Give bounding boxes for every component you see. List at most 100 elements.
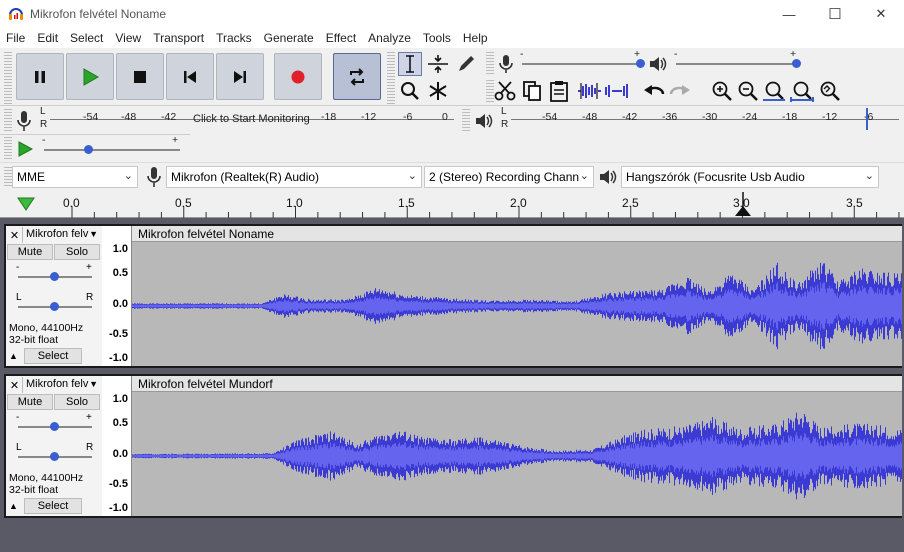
trim-audio-button[interactable]	[576, 79, 602, 103]
clip-title[interactable]: Mikrofon felvétel Noname	[132, 226, 902, 242]
multi-tool-button[interactable]	[426, 79, 450, 103]
skip-to-end-button[interactable]	[216, 53, 264, 100]
playback-meter-grip[interactable]	[462, 109, 470, 133]
undo-button[interactable]	[642, 79, 666, 103]
menu-tracks[interactable]: Tracks	[210, 28, 258, 48]
envelope-tool-button[interactable]	[426, 52, 450, 76]
waveform-area[interactable]: Mikrofon felvétel Noname	[132, 226, 902, 366]
play-at-speed-button[interactable]	[13, 137, 37, 161]
selection-tool-button[interactable]	[398, 52, 422, 76]
collapse-track-icon[interactable]: ▲	[9, 351, 18, 361]
copy-button[interactable]	[520, 79, 544, 103]
fit-project-button[interactable]	[790, 79, 814, 103]
playback-device-select[interactable]: Hangszórók (Focusrite Usb Audio ⌄	[621, 166, 879, 188]
stop-icon	[134, 70, 146, 83]
playhead-marker-icon[interactable]	[733, 192, 753, 218]
title-bar: Mikrofon felvétel Noname — ☐ ✕	[0, 0, 904, 28]
recording-meter-grip[interactable]	[4, 109, 12, 133]
device-toolbar-grip[interactable]	[4, 167, 12, 187]
gain-slider-thumb[interactable]	[50, 272, 59, 281]
minimize-button[interactable]: —	[766, 0, 812, 28]
close-track-button[interactable]: ✕	[7, 227, 23, 243]
draw-tool-button[interactable]	[454, 52, 478, 76]
zoom-toggle-button[interactable]	[818, 79, 842, 103]
transport-toolbar-grip[interactable]	[4, 52, 12, 104]
skip-to-start-button[interactable]	[166, 53, 214, 100]
maximize-button[interactable]: ☐	[812, 0, 858, 28]
play-icon	[18, 141, 34, 157]
pause-button[interactable]	[16, 53, 64, 100]
playback-meter-speaker-icon[interactable]	[472, 109, 496, 133]
vertical-scale[interactable]: 1.0 0.5 0.0 -0.5 -1.0	[102, 226, 132, 366]
clip-title[interactable]: Mikrofon felvétel Mundorf	[132, 376, 902, 392]
play-speed-thumb[interactable]	[84, 145, 93, 154]
zoom-tool-button[interactable]	[398, 79, 422, 103]
scale-tick: 1.0	[112, 393, 128, 405]
record-button[interactable]	[274, 53, 322, 100]
vertical-scale[interactable]: 1.0 0.5 0.0 -0.5 -1.0	[102, 376, 132, 516]
mute-button[interactable]: Mute	[7, 244, 53, 260]
track-menu-button[interactable]: Mikrofon felv ▼	[24, 377, 100, 393]
waveform-area[interactable]: Mikrofon felvétel Mundorf	[132, 376, 902, 516]
mute-button[interactable]: Mute	[7, 394, 53, 410]
zoom-fit-icon	[790, 81, 814, 102]
zoom-out-icon	[738, 81, 758, 101]
playback-volume-slider[interactable]	[676, 63, 800, 65]
menu-select[interactable]: Select	[64, 28, 109, 48]
cut-button[interactable]	[493, 79, 517, 103]
solo-button[interactable]: Solo	[54, 244, 100, 260]
redo-button[interactable]	[668, 79, 692, 103]
play-button[interactable]	[66, 53, 114, 100]
select-track-button[interactable]: Select	[24, 348, 82, 364]
menu-help[interactable]: Help	[457, 28, 494, 48]
recording-meter-monitor-prompt[interactable]: Click to Start Monitoring	[193, 113, 310, 125]
close-window-button[interactable]: ✕	[858, 0, 904, 28]
solo-button[interactable]: Solo	[54, 394, 100, 410]
mixer-toolbar-grip[interactable]	[486, 52, 494, 76]
zoom-out-button[interactable]	[736, 79, 760, 103]
menu-analyze[interactable]: Analyze	[362, 28, 417, 48]
menu-view[interactable]: View	[109, 28, 147, 48]
pinned-play-head-button[interactable]	[14, 194, 38, 214]
track-menu-button[interactable]: Mikrofon felv ▼	[24, 227, 100, 243]
audio-host-select[interactable]: MME ⌄	[12, 166, 138, 188]
menu-tools[interactable]: Tools	[417, 28, 457, 48]
playback-volume-thumb[interactable]	[792, 59, 801, 68]
recording-channels-select[interactable]: 2 (Stereo) Recording Chann ⌄	[424, 166, 594, 188]
timeline-label: 0.0	[63, 196, 80, 210]
chevron-down-icon: ⌄	[123, 170, 133, 182]
zoom-in-icon	[712, 81, 732, 101]
track-format: Mono, 44100Hz	[9, 322, 84, 334]
zoom-in-button[interactable]	[710, 79, 734, 103]
fit-selection-button[interactable]	[762, 79, 786, 103]
scale-tick: -1.0	[109, 502, 128, 514]
timeline-ruler[interactable]: 0.0 0.5 1.0 1.5 2.0 2.5 3.0 3.5	[0, 190, 904, 218]
track-control-panel[interactable]: ✕ Mikrofon felv ▼ Mute Solo - + L R Mono,…	[6, 226, 102, 366]
menu-transport[interactable]: Transport	[147, 28, 210, 48]
recording-device-select[interactable]: Mikrofon (Realtek(R) Audio) ⌄	[166, 166, 422, 188]
close-track-button[interactable]: ✕	[7, 377, 23, 393]
tools-toolbar-grip[interactable]	[387, 52, 395, 104]
recording-device-value: Mikrofon (Realtek(R) Audio)	[171, 170, 320, 184]
menu-generate[interactable]: Generate	[258, 28, 320, 48]
gain-slider-thumb[interactable]	[50, 422, 59, 431]
recording-volume-thumb[interactable]	[636, 59, 645, 68]
play-triangle-down-icon	[17, 197, 35, 211]
collapse-track-icon[interactable]: ▲	[9, 501, 18, 511]
play-speed-slider[interactable]	[44, 149, 180, 151]
menu-file[interactable]: File	[0, 28, 31, 48]
menu-effect[interactable]: Effect	[320, 28, 362, 48]
menu-edit[interactable]: Edit	[31, 28, 64, 48]
select-track-button[interactable]: Select	[24, 498, 82, 514]
play-at-speed-grip[interactable]	[4, 137, 12, 159]
recording-volume-slider[interactable]	[522, 63, 642, 65]
recording-meter-mic-icon[interactable]	[12, 109, 36, 133]
pan-slider-thumb[interactable]	[50, 452, 59, 461]
track-control-panel[interactable]: ✕ Mikrofon felv ▼ Mute Solo - + L R Mono,…	[6, 376, 102, 516]
stop-button[interactable]	[116, 53, 164, 100]
loop-button[interactable]	[333, 53, 381, 100]
paste-button[interactable]	[547, 79, 571, 103]
pan-slider-thumb[interactable]	[50, 302, 59, 311]
chevron-down-icon: ⌄	[864, 170, 874, 182]
silence-audio-button[interactable]	[604, 79, 630, 103]
